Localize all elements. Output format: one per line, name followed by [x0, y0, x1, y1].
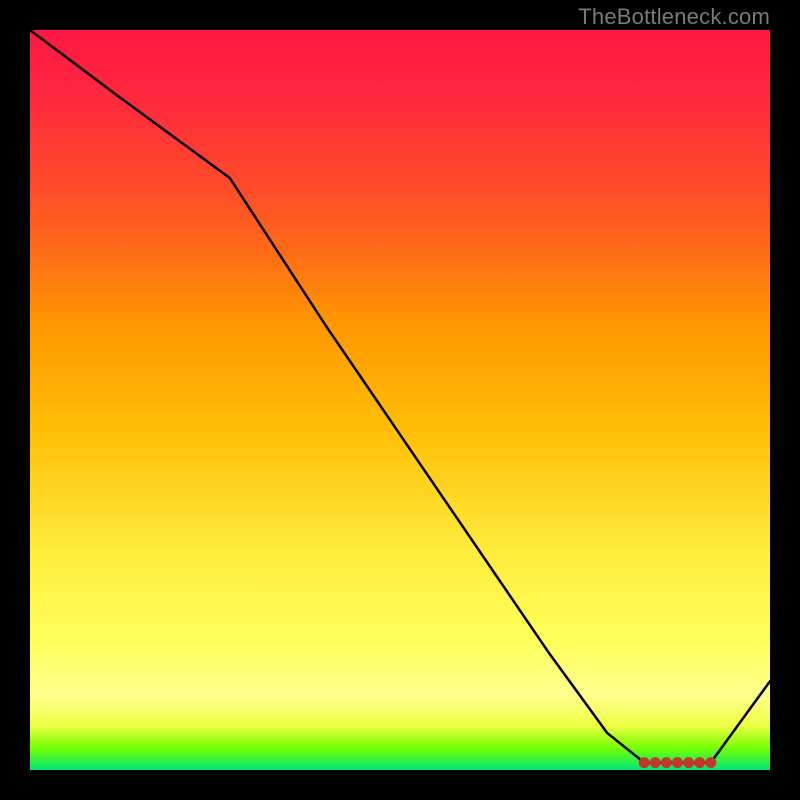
marker-dot	[705, 757, 716, 768]
marker-cluster	[639, 757, 717, 768]
marker-dot	[683, 757, 694, 768]
plot-area	[30, 30, 770, 770]
bottleneck-curve	[30, 30, 770, 763]
marker-dot	[661, 757, 672, 768]
marker-dot	[639, 757, 650, 768]
marker-dot	[694, 757, 705, 768]
marker-dot	[672, 757, 683, 768]
chart-svg	[30, 30, 770, 770]
marker-dot	[650, 757, 661, 768]
chart-container: TheBottleneck.com	[0, 0, 800, 800]
watermark-text: TheBottleneck.com	[578, 4, 770, 30]
